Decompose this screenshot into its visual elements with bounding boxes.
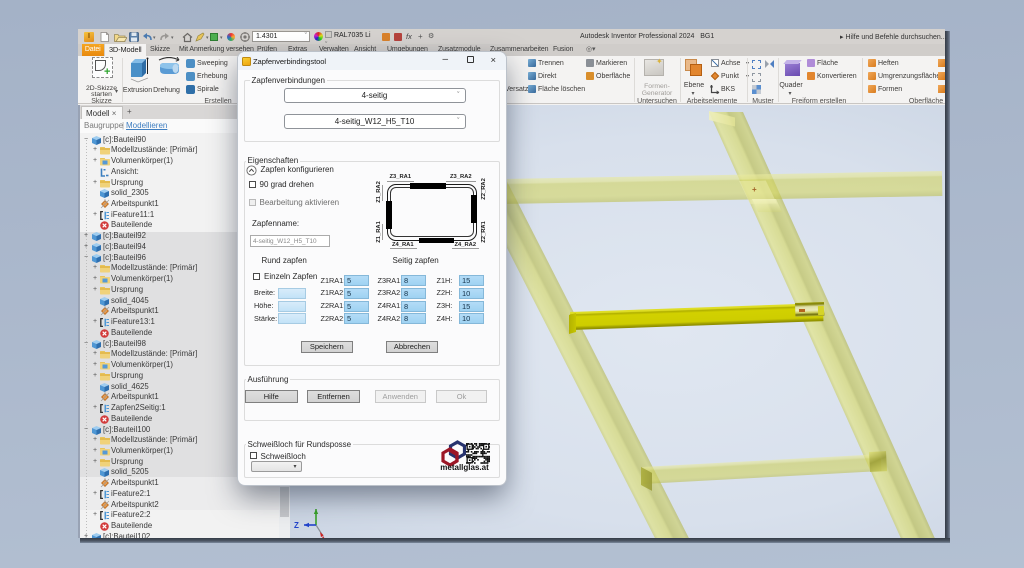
svg-text:Z: Z	[294, 521, 299, 530]
